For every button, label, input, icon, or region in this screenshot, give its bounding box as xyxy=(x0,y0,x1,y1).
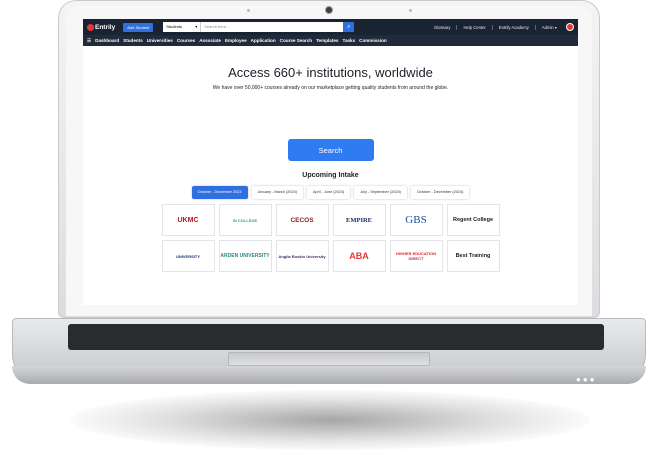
top-bar: Entrily Add Student Students ▾ Search he… xyxy=(83,19,578,35)
search-button[interactable]: ⌕ xyxy=(343,22,355,32)
institution-card[interactable]: CECOS xyxy=(275,204,329,236)
brand-name: Entrily xyxy=(95,23,116,31)
main-nav: ☰ Dashboard Students Universities Course… xyxy=(83,35,578,46)
search-bar: Students ▾ Search here... ⌕ xyxy=(163,22,355,32)
tab-apr-jun-2024[interactable]: April - June (2024) xyxy=(306,186,351,199)
glossary-link[interactable]: Glossary xyxy=(428,25,457,30)
trackpad xyxy=(228,352,430,366)
tab-jan-mar-2024[interactable]: January - March (2024) xyxy=(251,186,303,199)
academy-link[interactable]: Entrily Academy xyxy=(491,24,535,30)
laptop-shadow xyxy=(70,390,590,450)
top-links: Glossary Help Center Entrily Academy Adm… xyxy=(428,23,574,31)
hero-section: Access 660+ institutions, worldwide We h… xyxy=(83,65,578,272)
tab-jul-sep-2024[interactable]: July - September (2024) xyxy=(354,186,407,199)
brand-logo[interactable]: Entrily xyxy=(87,23,116,31)
laptop-base-edge xyxy=(12,366,646,384)
nav-item-application[interactable]: Application xyxy=(251,38,276,43)
webcam-icon xyxy=(325,6,333,14)
nav-item-students[interactable]: Students xyxy=(123,38,143,43)
indicator-lights: ●●● xyxy=(576,375,597,384)
institution-card[interactable]: Best Training xyxy=(446,240,500,272)
tab-oct-dec-2023[interactable]: October - December 2023 xyxy=(191,186,248,199)
institution-card[interactable]: UKMC xyxy=(161,204,215,236)
nav-item-templates[interactable]: Templates xyxy=(316,38,338,43)
bezel-dot xyxy=(409,9,412,12)
search-institutions-button[interactable]: Search xyxy=(287,139,374,161)
brand-mark-icon xyxy=(87,23,94,31)
search-input[interactable]: Search here... xyxy=(201,22,344,32)
institution-grid: UKMC IN COLLEGE CECOS EMPIRE GBS Regent … xyxy=(83,204,578,272)
institution-card[interactable]: GBS xyxy=(389,204,443,236)
institution-card[interactable]: IN COLLEGE xyxy=(218,204,272,236)
institution-card[interactable]: ABA xyxy=(332,240,386,272)
institution-card[interactable]: UNIVERSITY xyxy=(161,240,215,272)
search-scope-select[interactable]: Students ▾ xyxy=(163,22,202,32)
nav-item-course-search[interactable]: Course Search xyxy=(280,38,312,43)
nav-item-courses[interactable]: Courses xyxy=(177,38,195,43)
institution-card[interactable]: Anglia Ruskin University xyxy=(275,240,329,272)
institution-card[interactable]: HIGHER EDUCATION DIRECT xyxy=(389,240,443,272)
bezel-dot xyxy=(247,9,250,12)
keyboard xyxy=(68,324,604,350)
admin-label: Admin xyxy=(541,24,554,30)
page-subtitle: We have over 50,000+ courses already on … xyxy=(212,85,449,91)
avatar[interactable] xyxy=(566,23,574,31)
search-icon: ⌕ xyxy=(347,23,351,30)
menu-icon[interactable]: ☰ xyxy=(87,38,91,44)
admin-menu[interactable]: Admin ▾ xyxy=(534,24,563,30)
chevron-down-icon: ▾ xyxy=(195,24,198,29)
app-screen: Entrily Add Student Students ▾ Search he… xyxy=(83,19,578,305)
institution-card[interactable]: Regent College xyxy=(446,204,500,236)
nav-item-associate[interactable]: Associate xyxy=(199,38,221,43)
institution-card[interactable]: ARDEN UNIVERSITY xyxy=(218,240,272,272)
nav-item-employee[interactable]: Employee xyxy=(225,38,247,43)
intake-title: Upcoming Intake xyxy=(302,172,359,179)
search-scope-label: Students xyxy=(166,24,183,29)
intake-tabs: October - December 2023 January - March … xyxy=(83,186,578,199)
add-student-button[interactable]: Add Student xyxy=(123,22,154,32)
nav-item-universities[interactable]: Universities xyxy=(147,38,173,43)
tab-oct-dec-2024[interactable]: October - December (2024) xyxy=(410,186,470,199)
nav-item-dashboard[interactable]: Dashboard xyxy=(95,38,119,43)
nav-item-commission[interactable]: Commission xyxy=(359,38,387,43)
page-title: Access 660+ institutions, worldwide xyxy=(228,65,433,80)
institution-card[interactable]: EMPIRE xyxy=(332,204,386,236)
nav-item-tasks[interactable]: Tasks xyxy=(342,38,355,43)
help-center-link[interactable]: Help Center xyxy=(456,24,491,30)
